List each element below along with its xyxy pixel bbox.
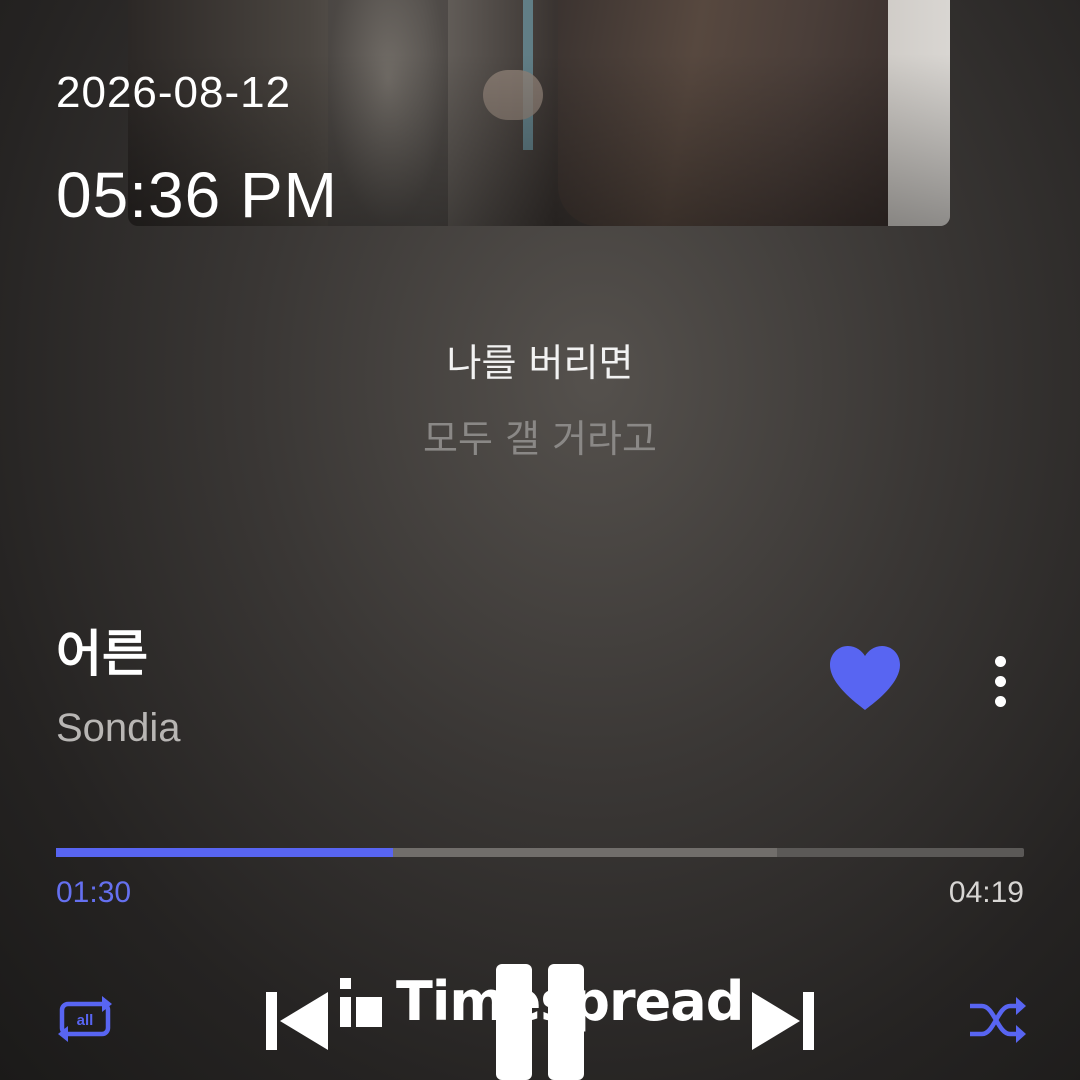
watermark-logo-icon	[340, 975, 382, 1027]
next-button[interactable]	[748, 988, 818, 1054]
like-button[interactable]	[826, 644, 904, 714]
progress-fill	[56, 848, 393, 857]
shuffle-button[interactable]	[968, 994, 1028, 1046]
lyric-next-line[interactable]: 모두 갤 거라고	[0, 408, 1080, 463]
artist-name[interactable]: Sondia	[56, 706, 181, 751]
shuffle-icon	[970, 997, 1026, 1043]
watermark: Timespread	[340, 968, 744, 1034]
previous-button[interactable]	[262, 988, 332, 1054]
more-options-button[interactable]	[986, 650, 1016, 712]
song-title: 어른	[56, 625, 148, 683]
repeat-all-icon: all	[58, 996, 112, 1042]
date-display: 2026-08-12	[56, 68, 292, 117]
more-vertical-icon	[995, 656, 1006, 667]
heart-icon	[830, 646, 900, 710]
time-display: 05:36 PM	[56, 159, 338, 231]
svg-text:all: all	[77, 1012, 94, 1029]
elapsed-time: 01:30	[56, 876, 132, 909]
repeat-button[interactable]: all	[54, 994, 116, 1048]
skip-previous-icon	[266, 992, 328, 1050]
lyric-current-line[interactable]: 나를 버리면	[0, 332, 1080, 387]
progress-bar[interactable]	[56, 848, 1024, 857]
watermark-text: Timespread	[396, 969, 744, 1033]
skip-next-icon	[752, 992, 814, 1050]
total-duration: 04:19	[948, 876, 1024, 909]
